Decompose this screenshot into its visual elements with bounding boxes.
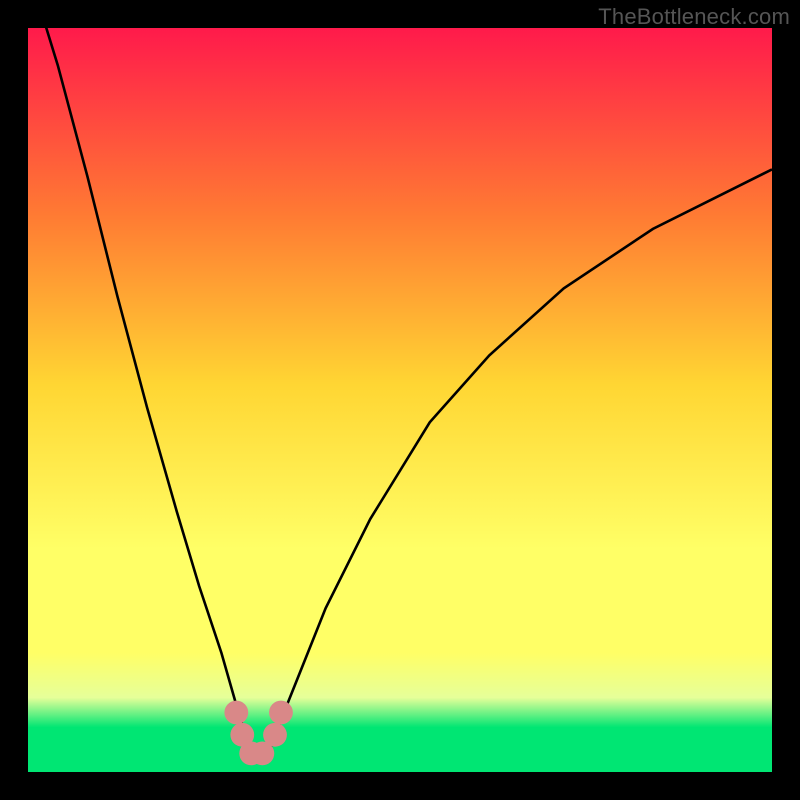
marker-right-top [269, 701, 293, 725]
watermark-text: TheBottleneck.com [598, 4, 790, 30]
marker-right-mid [263, 723, 287, 747]
gradient-background [28, 28, 772, 772]
marker-left-top [224, 701, 248, 725]
chart-frame: TheBottleneck.com [0, 0, 800, 800]
bottleneck-chart [28, 28, 772, 772]
